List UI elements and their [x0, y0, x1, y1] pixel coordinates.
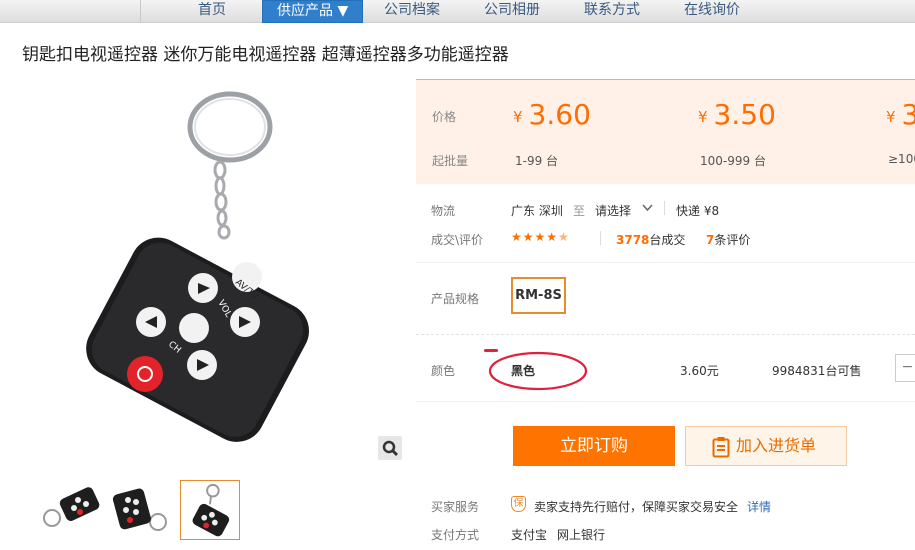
payment-online-bank: 网上银行	[557, 528, 606, 542]
spec-option-rm8s[interactable]: RM-8S	[511, 277, 566, 314]
stock-available: 9984831台可售	[772, 364, 862, 378]
ship-from: 广东 深圳	[511, 204, 563, 218]
payment-label: 支付方式	[431, 528, 480, 542]
qty-tier-1: 1-99 台	[515, 154, 559, 168]
ship-to-word: 至	[573, 204, 586, 218]
spec-label: 产品规格	[431, 292, 480, 306]
service-text: 卖家支持先行赔付，保障买家交易安全	[534, 500, 739, 514]
divider	[664, 201, 665, 215]
clipboard-icon	[712, 437, 730, 458]
divider	[600, 231, 601, 245]
moq-label: 起批量	[432, 154, 469, 168]
qty-tier-3: ≥100	[888, 152, 915, 166]
search-icon	[382, 440, 399, 457]
annotation-circle	[488, 351, 588, 391]
rating-stars: ★★★★★	[511, 230, 570, 244]
nav-contact[interactable]: 联系方式	[584, 0, 640, 23]
add-to-cart-label: 加入进货单	[736, 436, 817, 455]
nav-inquiry[interactable]: 在线询价	[684, 0, 740, 23]
divider	[416, 401, 915, 402]
top-navigation: 首页 供应产品 ▼ 公司档案 公司相册 联系方式 在线询价	[0, 0, 915, 23]
product-image-remote[interactable]: AV/TV VOL CH	[20, 80, 405, 465]
logistics-label: 物流	[431, 204, 456, 218]
deals-count: 3778台成交	[616, 233, 686, 247]
reviews-label: 成交\评价	[431, 233, 484, 247]
nav-company-profile[interactable]: 公司档案	[384, 0, 440, 23]
thumbnail-1[interactable]	[40, 480, 100, 540]
quantity-decrease-button[interactable]: −	[895, 354, 915, 382]
service-detail-link[interactable]: 详情	[747, 498, 771, 515]
price-tier-2: ¥3.50	[698, 98, 776, 131]
divider	[416, 262, 915, 263]
color-label: 颜色	[431, 364, 456, 378]
price-panel: 价格 起批量 ¥3.60 1-99 台 ¥3.50 100-999 台 ¥3 ≥…	[416, 79, 915, 184]
shield-icon: 保	[511, 496, 526, 512]
zoom-button[interactable]	[378, 436, 402, 460]
divider	[416, 334, 915, 335]
nav-products-dropdown[interactable]: 供应产品 ▼	[262, 0, 364, 23]
thumbnail-3-selected[interactable]	[180, 480, 240, 540]
color-price: 3.60元	[680, 364, 719, 378]
shipping-fee: 快递 ¥8	[676, 204, 720, 218]
nav-divider	[140, 0, 141, 23]
buy-now-button[interactable]: 立即订购	[513, 426, 675, 466]
review-count[interactable]: 7条评价	[706, 231, 750, 248]
destination-select[interactable]: 请选择	[595, 202, 631, 219]
product-title: 钥匙扣电视遥控器 迷你万能电视遥控器 超薄遥控器多功能遥控器	[22, 45, 509, 65]
thumbnail-2[interactable]	[110, 480, 170, 540]
add-to-cart-button[interactable]: 加入进货单	[685, 426, 847, 466]
qty-tier-2: 100-999 台	[700, 154, 766, 168]
service-label: 买家服务	[431, 500, 480, 514]
nav-company-album[interactable]: 公司相册	[484, 0, 540, 23]
payment-alipay: 支付宝	[511, 528, 548, 542]
nav-home[interactable]: 首页	[198, 0, 226, 23]
price-tier-3: ¥3	[886, 98, 915, 131]
chevron-down-icon[interactable]	[642, 204, 653, 212]
price-tier-1: ¥3.60	[513, 98, 591, 131]
price-label: 价格	[432, 110, 457, 124]
